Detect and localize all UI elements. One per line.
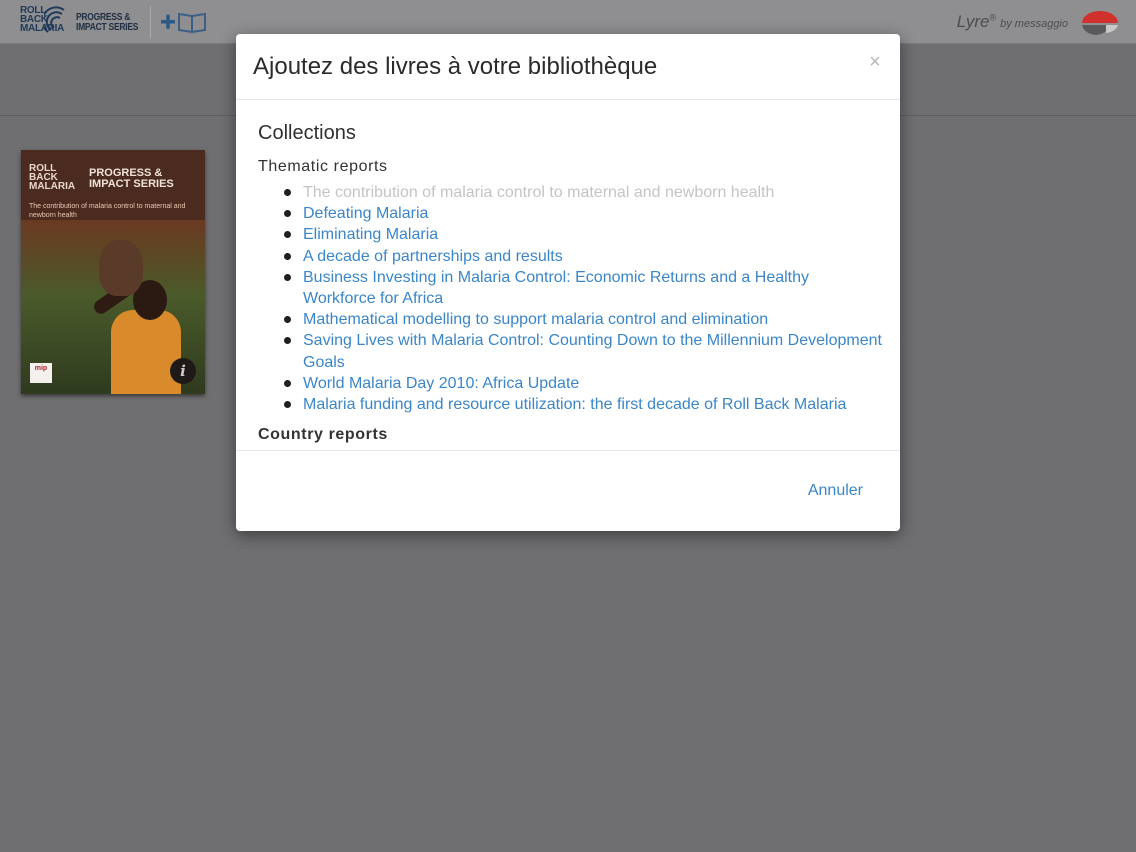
list-item[interactable]: Eliminating Malaria bbox=[284, 224, 883, 245]
list-item[interactable]: Business Investing in Malaria Control: E… bbox=[284, 267, 883, 309]
book-link[interactable]: A decade of partnerships and results bbox=[303, 248, 563, 265]
close-icon[interactable]: × bbox=[867, 52, 883, 72]
list-item[interactable]: Malaria funding and resource utilization… bbox=[284, 394, 883, 415]
country-reports-heading: Country reports bbox=[258, 426, 388, 443]
series-line-2: IMPACT SERIES bbox=[76, 22, 139, 33]
modal-body[interactable]: Collections Thematic reports The contrib… bbox=[236, 101, 900, 450]
cover-header: ROLL BACK MALARIA PROGRESS & IMPACT SERI… bbox=[21, 150, 205, 220]
series-logo: PROGRESS & IMPACT SERIES bbox=[76, 13, 138, 33]
brand-name: Lyre®by messaggio bbox=[957, 12, 1068, 32]
book-link[interactable]: Malaria funding and resource utilization… bbox=[303, 396, 846, 413]
list-item[interactable]: A decade of partnerships and results bbox=[284, 246, 883, 267]
cover-series-line-2: IMPACT SERIES bbox=[89, 178, 174, 190]
list-item: The contribution of malaria control to m… bbox=[284, 182, 883, 203]
globe-arcs-icon bbox=[44, 6, 65, 33]
roll-back-malaria-logo: ROLL BACK MALARIA bbox=[20, 4, 68, 40]
cancel-button[interactable]: Annuler bbox=[808, 482, 863, 500]
cover-series: PROGRESS & IMPACT SERIES bbox=[89, 168, 174, 190]
list-item[interactable]: World Malaria Day 2010: Africa Update bbox=[284, 373, 883, 394]
list-item[interactable]: Mathematical modelling to support malari… bbox=[284, 309, 883, 330]
book-link[interactable]: Mathematical modelling to support malari… bbox=[303, 311, 768, 328]
cover-photo-baby bbox=[99, 240, 143, 296]
cover-logo: ROLL BACK MALARIA bbox=[29, 163, 76, 192]
add-books-modal: Ajoutez des livres à votre bibliothèque … bbox=[236, 34, 900, 531]
book-link: The contribution of malaria control to m… bbox=[303, 184, 775, 201]
brand-lyre: Lyre bbox=[956, 12, 990, 31]
book-link[interactable]: World Malaria Day 2010: Africa Update bbox=[303, 375, 579, 392]
messaggio-logo-icon bbox=[1082, 11, 1118, 35]
info-icon[interactable]: i bbox=[170, 358, 196, 384]
plus-books-icon[interactable] bbox=[159, 10, 209, 34]
header-divider bbox=[150, 6, 151, 38]
brand-mark: ® bbox=[989, 12, 997, 23]
cover-subtitle: The contribution of malaria control to m… bbox=[29, 203, 186, 219]
modal-footer: Annuler bbox=[236, 450, 900, 531]
publisher-logo: mip bbox=[30, 363, 52, 383]
book-link[interactable]: Defeating Malaria bbox=[303, 205, 428, 222]
book-cover[interactable]: ROLL BACK MALARIA PROGRESS & IMPACT SERI… bbox=[21, 150, 205, 394]
collections-heading: Collections bbox=[258, 122, 356, 144]
book-list: The contribution of malaria control to m… bbox=[284, 182, 883, 415]
cover-photo-mother bbox=[111, 310, 181, 394]
brand-by: by messaggio bbox=[1000, 18, 1068, 30]
book-link[interactable]: Saving Lives with Malaria Control: Count… bbox=[303, 332, 882, 370]
list-item[interactable]: Defeating Malaria bbox=[284, 203, 883, 224]
modal-title: Ajoutez des livres à votre bibliothèque bbox=[253, 53, 658, 80]
book-link[interactable]: Business Investing in Malaria Control: E… bbox=[303, 269, 809, 307]
thematic-reports-heading: Thematic reports bbox=[258, 158, 388, 175]
book-link[interactable]: Eliminating Malaria bbox=[303, 226, 438, 243]
list-item[interactable]: Saving Lives with Malaria Control: Count… bbox=[284, 330, 883, 372]
modal-header: Ajoutez des livres à votre bibliothèque … bbox=[236, 34, 900, 100]
